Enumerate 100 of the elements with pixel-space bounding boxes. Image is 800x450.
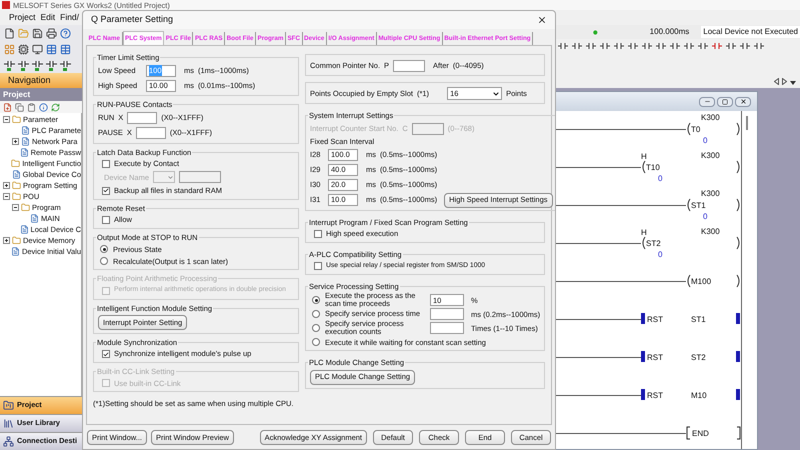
menu-item[interactable]: Edit (40, 11, 56, 24)
input-field[interactable] (430, 308, 464, 320)
printer-icon[interactable] (46, 28, 57, 38)
radio-button[interactable] (312, 310, 320, 318)
collapse-icon[interactable] (12, 204, 19, 211)
navigation-header: Navigation (0, 73, 82, 88)
contact-icon[interactable] (46, 60, 57, 70)
input-field[interactable] (393, 60, 426, 72)
clipboard-icon[interactable] (27, 102, 36, 112)
monitor-icon[interactable] (32, 44, 43, 54)
instruction-bracket (736, 426, 741, 440)
checkbox[interactable] (102, 216, 110, 224)
close-button[interactable] (735, 96, 751, 106)
coil-bracket (736, 274, 741, 288)
instruction-marker (736, 351, 740, 362)
expand-icon[interactable] (3, 182, 10, 189)
folder-icon (11, 159, 20, 168)
ladder-tool-icon[interactable] (572, 42, 582, 52)
help-icon[interactable] (60, 28, 71, 38)
coil-label: T10 (646, 162, 660, 174)
operand-label: ST1 (691, 314, 706, 326)
expand-icon[interactable] (3, 237, 10, 244)
current-value: 0 (703, 211, 708, 223)
copy-icon[interactable] (15, 102, 24, 112)
contact-icon[interactable] (18, 60, 29, 70)
coil-bracket (641, 236, 646, 250)
checkbox[interactable] (314, 230, 322, 238)
set-value: K300 (701, 188, 720, 200)
radio-button[interactable] (100, 245, 108, 254)
input-field[interactable] (127, 112, 158, 124)
expand-icon[interactable] (12, 138, 19, 145)
new-item-icon[interactable] (3, 102, 12, 112)
close-icon (740, 98, 746, 105)
operand-label: M10 (691, 390, 707, 402)
folder-icon (3, 400, 14, 411)
menu-item[interactable]: Project (9, 11, 36, 24)
coil-bracket (641, 160, 646, 174)
scroll-left-icon[interactable] (774, 78, 779, 85)
coil-prefix: H (641, 227, 647, 239)
current-value: 0 (703, 135, 708, 147)
scrollbar-thumb[interactable] (746, 116, 748, 130)
ladder-tool-icon[interactable] (726, 42, 736, 52)
collapse-icon[interactable] (3, 193, 10, 200)
ladder-tool-icon[interactable] (712, 42, 722, 52)
instruction-bracket (686, 426, 691, 440)
close-icon[interactable] (537, 15, 547, 25)
file-icon[interactable] (4, 28, 15, 38)
ladder-tool-icon[interactable] (600, 42, 610, 52)
checkbox[interactable] (102, 186, 110, 195)
current-value: 0 (658, 173, 662, 185)
contact-icon[interactable] (32, 60, 43, 70)
contact-icon[interactable] (60, 60, 71, 70)
chip-icon[interactable] (18, 44, 29, 54)
instruction-marker (641, 351, 645, 362)
ladder-tool-icon[interactable] (558, 42, 568, 52)
folder-icon (12, 115, 21, 124)
window-title: Q Parameter Setting (91, 13, 174, 26)
table-icon[interactable] (60, 44, 71, 54)
instruction-label: END (692, 428, 709, 440)
input-field[interactable] (430, 322, 464, 334)
save-icon[interactable] (32, 28, 43, 38)
ladder-tool-icon[interactable] (586, 42, 596, 52)
radio-button[interactable] (312, 338, 320, 346)
check-icon (103, 187, 109, 194)
status-light-icon (593, 28, 598, 36)
scan-time: 100.000ms (650, 26, 690, 38)
dropdown-icon[interactable] (790, 81, 796, 85)
ladder-tool-icon[interactable] (684, 42, 694, 52)
ladder-tool-icon[interactable] (698, 42, 708, 52)
operand-label: ST2 (691, 352, 706, 364)
checkbox[interactable] (102, 350, 110, 358)
info-icon[interactable] (39, 102, 48, 112)
radio-button[interactable] (312, 296, 320, 304)
ladder-tool-icon[interactable] (740, 42, 750, 52)
radio-button[interactable] (312, 324, 320, 332)
ladder-tool-icon[interactable] (614, 42, 624, 52)
ladder-tool-icon[interactable] (670, 42, 680, 52)
collapse-icon[interactable] (3, 116, 10, 123)
instruction-marker (641, 389, 645, 400)
app-logo-icon (2, 1, 10, 9)
input-field[interactable] (136, 127, 166, 139)
menu-item[interactable]: Find/ (60, 11, 80, 24)
ladder-tool-icon[interactable] (628, 42, 638, 52)
radio-button[interactable] (100, 257, 108, 266)
table-icon[interactable] (46, 44, 57, 54)
coil-bracket (736, 236, 741, 250)
local-device-status: Local Device not Executed (701, 26, 800, 38)
maximize-button[interactable] (717, 96, 733, 106)
set-value: K300 (701, 226, 720, 238)
ladder-tool-icon[interactable] (656, 42, 666, 52)
ladder-tool-icon[interactable] (754, 42, 764, 52)
refresh-icon[interactable] (51, 102, 60, 112)
checkbox[interactable] (314, 262, 322, 270)
coil-bracket (686, 122, 691, 136)
panel-header: Project (0, 88, 82, 101)
contact-icon[interactable] (4, 60, 15, 70)
ladder-tool-icon[interactable] (642, 42, 652, 52)
checkbox[interactable] (102, 160, 110, 168)
network-icon (3, 436, 14, 447)
scroll-right-icon[interactable] (782, 78, 787, 85)
